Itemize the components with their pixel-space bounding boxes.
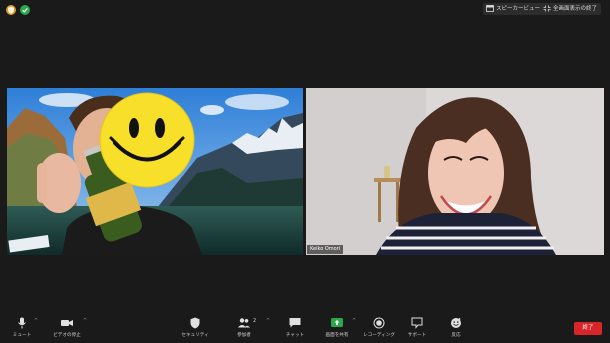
support-label: サポート [407,333,427,338]
record-button[interactable]: レコーディング [362,317,396,338]
speaker-view-icon [486,5,494,12]
video-frame-1 [7,88,303,255]
share-options-chevron-icon[interactable]: ^ [352,318,356,324]
participants-count: 2 [253,318,257,324]
security-label: セキュリティ [181,333,209,338]
chat-bubble-icon [289,318,301,328]
record-label: レコーディング [363,333,395,338]
reactions-label: 反応 [451,333,461,338]
participants-options-chevron-icon[interactable]: ^ [266,318,270,324]
exit-fullscreen-label: 全画面表示の終了 [553,6,598,12]
reaction-smiley-icon [451,318,461,328]
mute-label: ミュート [12,333,32,338]
encryption-check-icon[interactable] [20,5,30,15]
top-bar: スピーカービュー 全画面表示の終了 [0,0,610,18]
speaker-view-label: スピーカービュー [496,6,541,12]
speaker-view-button[interactable]: スピーカービュー [483,3,545,15]
participant-name-2: Keiko Omori [307,245,344,254]
end-meeting-button[interactable]: 終了 [574,322,602,335]
meeting-toolbar: ミュート ^ ビデオの停止 ^ セキュリティ 参加者 2 ^ チャット 画面を共… [0,314,610,343]
exit-fullscreen-icon [543,5,551,12]
mute-options-chevron-icon[interactable]: ^ [34,318,38,324]
participant-video-1[interactable] [7,88,303,255]
video-camera-icon [61,320,73,326]
share-screen-button[interactable]: 画面を共有 [322,317,352,338]
record-icon [373,317,385,329]
shield-icon [190,317,200,329]
reactions-button[interactable]: 反応 [446,317,466,338]
participant-video-2[interactable]: Keiko Omori [306,88,604,255]
chat-label: チャット [285,333,305,338]
participants-icon [238,318,250,328]
share-screen-label: 画面を共有 [325,333,349,338]
mute-button[interactable]: ミュート [10,317,34,338]
microphone-icon [18,317,26,329]
stop-video-button[interactable]: ビデオの停止 [48,317,86,338]
video-options-chevron-icon[interactable]: ^ [83,318,87,324]
participants-label: 参加者 [237,333,251,338]
security-button[interactable]: セキュリティ [180,317,210,338]
chat-button[interactable]: チャット [284,317,306,338]
support-icon [411,317,423,329]
share-screen-icon [331,318,343,327]
stop-video-label: ビデオの停止 [53,333,81,338]
support-button[interactable]: サポート [405,317,429,338]
exit-fullscreen-button[interactable]: 全画面表示の終了 [540,3,602,15]
video-frame-2 [306,88,604,255]
security-shield-icon[interactable] [6,5,16,15]
